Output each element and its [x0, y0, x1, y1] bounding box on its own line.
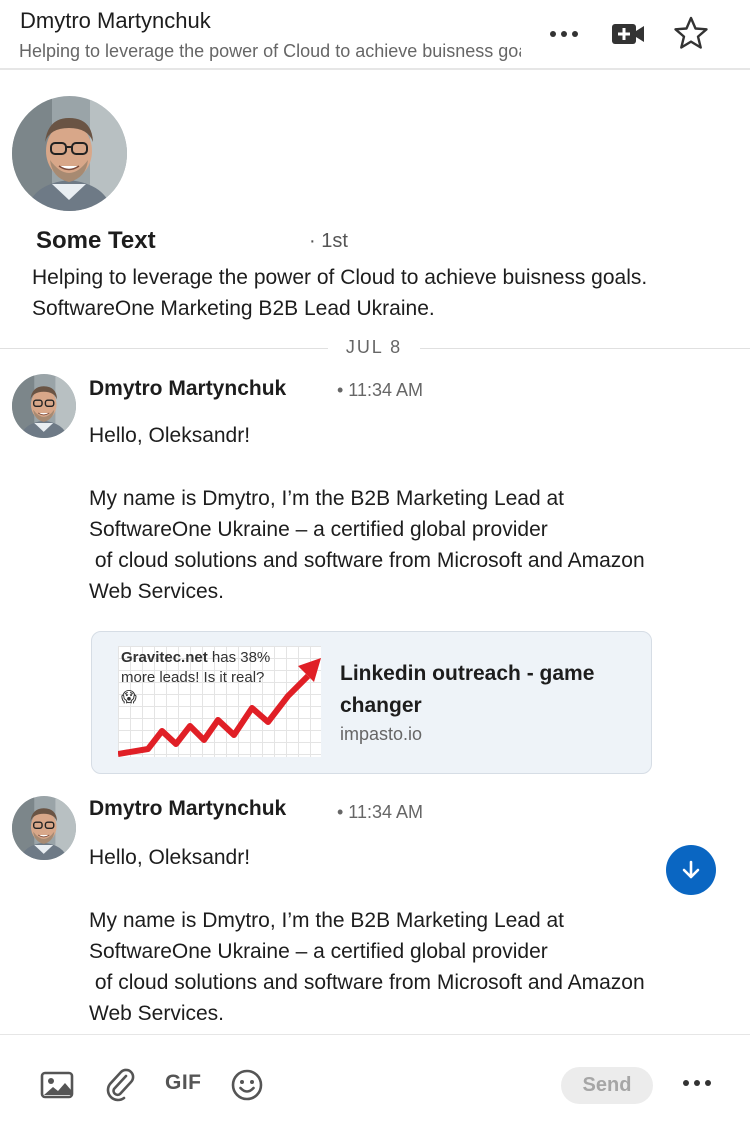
composer-toolbar: GIF Send	[0, 1034, 750, 1133]
arrow-down-icon	[682, 860, 700, 879]
message-body: Hello, Oleksandr! My name is Dmytro, I’m…	[89, 424, 645, 604]
gif-button[interactable]: GIF	[165, 1071, 202, 1095]
attachment-icon[interactable]	[100, 1065, 140, 1105]
date-divider: JUL 8	[328, 337, 420, 358]
link-preview-thumb-brand: Gravitec.net	[121, 649, 208, 666]
more-options-icon[interactable]	[540, 18, 588, 50]
profile-name[interactable]: Some Text	[36, 227, 156, 255]
scroll-to-latest-button[interactable]	[666, 845, 716, 895]
star-icon[interactable]	[670, 13, 712, 55]
message-sender-name[interactable]: Dmytro Martynchuk	[89, 797, 286, 821]
sender-avatar[interactable]	[12, 796, 76, 860]
message-sender-name[interactable]: Dmytro Martynchuk	[89, 377, 286, 401]
message-timestamp: • 11:34 AM	[337, 380, 424, 400]
profile-avatar[interactable]	[12, 96, 127, 211]
header-name[interactable]: Dmytro Martynchuk	[20, 8, 211, 34]
composer-more-icon[interactable]	[676, 1071, 718, 1095]
link-preview-thumb-text: Gravitec.net has 38% more leads! Is it r…	[121, 648, 271, 708]
image-icon[interactable]	[37, 1065, 77, 1105]
message-timestamp: • 11:34 AM	[337, 802, 424, 822]
link-preview-domain: impasto.io	[340, 724, 423, 744]
profile-headline: Helping to leverage the power of Cloud t…	[32, 266, 648, 320]
emoji-icon[interactable]	[227, 1065, 267, 1105]
sender-avatar[interactable]	[12, 374, 76, 438]
connection-degree: · 1st	[309, 230, 348, 252]
link-preview-title[interactable]: Linkedin outreach - game changer	[340, 658, 630, 722]
header-headline: Helping to leverage the power of Cloud t…	[19, 41, 521, 61]
conversation-header: Dmytro Martynchuk Helping to leverage th…	[0, 0, 750, 70]
video-call-icon[interactable]	[608, 18, 648, 50]
link-preview-thumbnail: Gravitec.net has 38% more leads! Is it r…	[118, 646, 321, 757]
link-preview-card[interactable]: Gravitec.net has 38% more leads! Is it r…	[91, 631, 652, 774]
send-button[interactable]: Send	[561, 1067, 653, 1104]
message-body: Hello, Oleksandr! My name is Dmytro, I’m…	[89, 846, 645, 1026]
